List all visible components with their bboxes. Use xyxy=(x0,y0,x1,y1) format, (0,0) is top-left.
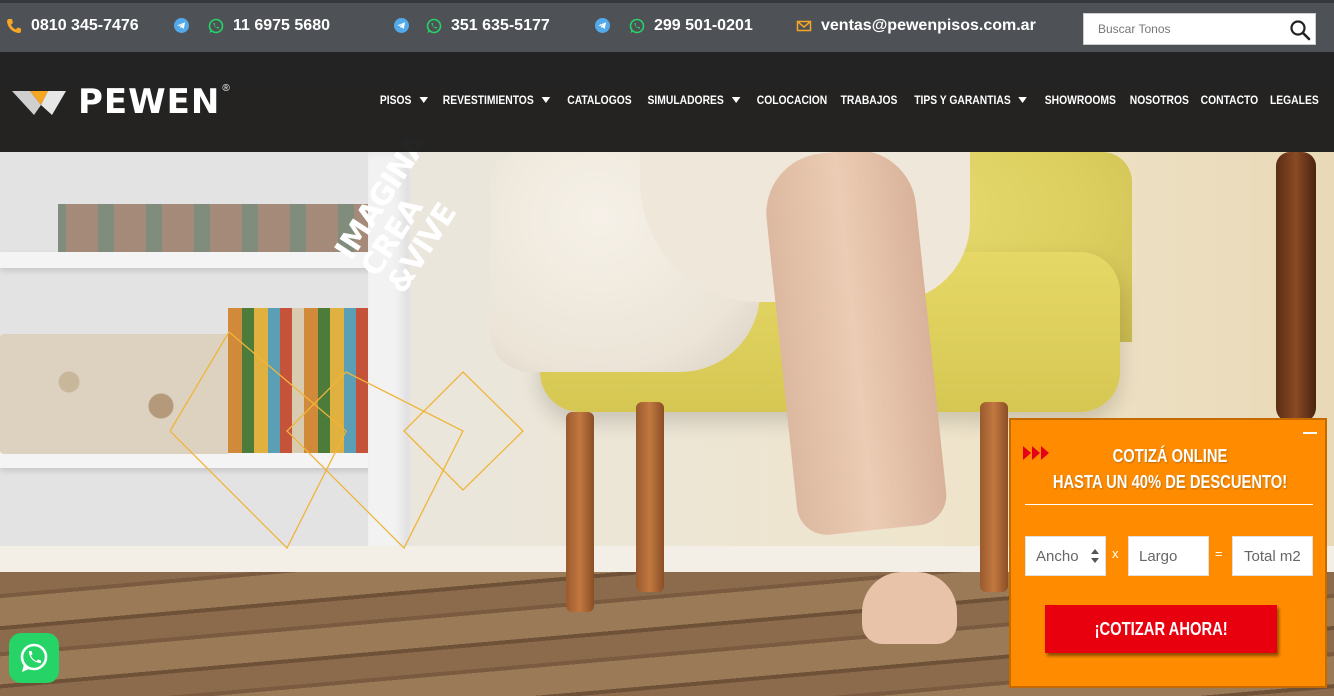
whatsapp-icon xyxy=(426,18,442,34)
telegram-icon[interactable] xyxy=(595,18,610,33)
nav-nosotros[interactable]: NOSOTROS xyxy=(1130,93,1189,107)
phone-contact[interactable]: 0810 345-7476 xyxy=(6,17,139,35)
whatsapp-contact-2[interactable]: 351 635-5177 xyxy=(426,17,550,35)
nav-contacto[interactable]: CONTACTO xyxy=(1201,93,1259,107)
whatsapp-number-3: 299 501-0201 xyxy=(654,17,753,34)
hero-boxes xyxy=(58,204,368,254)
whatsapp-icon xyxy=(629,18,645,34)
whatsapp-icon xyxy=(208,18,224,34)
caret-down-icon xyxy=(541,97,551,103)
whatsapp-contact-3[interactable]: 299 501-0201 xyxy=(629,17,753,35)
whatsapp-float-button[interactable] xyxy=(9,633,59,683)
nav-tips-y-garantias[interactable]: TIPS Y GARANTIAS xyxy=(914,93,1027,107)
telegram-icon[interactable] xyxy=(394,18,409,33)
quote-divider xyxy=(1025,504,1313,505)
contact-bar: 0810 345-7476 11 6975 5680 351 635-5177 … xyxy=(0,0,1334,52)
slogan-diamonds xyxy=(170,331,524,550)
search-icon[interactable] xyxy=(1289,19,1311,41)
brand-logo[interactable]: PEWEN ® xyxy=(12,82,230,122)
nav-colocacion[interactable]: COLOCACION xyxy=(757,93,828,107)
length-field xyxy=(1128,536,1209,576)
width-field xyxy=(1025,536,1106,576)
caret-down-icon xyxy=(418,97,428,103)
length-input[interactable] xyxy=(1139,537,1208,575)
spinner-icon[interactable] xyxy=(1091,549,1099,563)
hero-foot xyxy=(862,572,957,644)
hero-chair-leg xyxy=(636,402,664,592)
main-header: PEWEN ® PISOS REVESTIMIENTOS CATALOGOS S… xyxy=(0,52,1334,152)
quote-title: COTIZÁ ONLINE xyxy=(1112,446,1228,466)
hero-bedpost xyxy=(1276,152,1316,422)
equals-sign: = xyxy=(1215,546,1223,561)
quote-now-button[interactable]: ¡COTIZAR AHORA! xyxy=(1045,605,1277,653)
phone-number: 0810 345-7476 xyxy=(31,17,139,34)
total-input[interactable] xyxy=(1244,537,1312,575)
whatsapp-icon xyxy=(20,643,48,672)
telegram-icon[interactable] xyxy=(174,18,189,33)
whatsapp-contact-1[interactable]: 11 6975 5680 xyxy=(208,17,330,35)
minimize-icon[interactable] xyxy=(1303,432,1317,434)
phone-icon xyxy=(7,19,21,33)
hero-chair-leg xyxy=(566,412,594,612)
nav-revestimientos[interactable]: REVESTIMIENTOS xyxy=(443,93,551,107)
hero-shelf xyxy=(0,252,380,268)
total-field xyxy=(1232,536,1313,576)
quote-subtitle: HASTA UN 40% DE DESCUENTO! xyxy=(1052,472,1288,492)
caret-down-icon xyxy=(731,97,741,103)
nav-showrooms[interactable]: SHOWROOMS xyxy=(1045,93,1116,107)
nav-legales[interactable]: LEGALES xyxy=(1270,93,1319,107)
email-contact[interactable]: ventas@pewenpisos.com.ar xyxy=(796,17,1036,35)
search-box xyxy=(1083,13,1316,45)
caret-down-icon xyxy=(1018,97,1027,103)
email-address: ventas@pewenpisos.com.ar xyxy=(821,17,1036,34)
quote-widget: COTIZÁ ONLINE HASTA UN 40% DE DESCUENTO!… xyxy=(1009,418,1327,688)
times-sign: x xyxy=(1112,546,1119,561)
logo-mark-icon xyxy=(12,91,66,115)
main-nav: PISOS REVESTIMIENTOS CATALOGOS SIMULADOR… xyxy=(373,93,1323,107)
nav-simuladores[interactable]: SIMULADORES xyxy=(648,93,741,107)
registered-mark: ® xyxy=(222,82,230,94)
whatsapp-number-2: 351 635-5177 xyxy=(451,17,550,34)
hero-chair-leg xyxy=(980,402,1008,592)
nav-catalogos[interactable]: CATALOGOS xyxy=(568,93,632,107)
brand-name: PEWEN xyxy=(78,82,221,122)
search-input[interactable] xyxy=(1084,14,1284,44)
whatsapp-number-1: 11 6975 5680 xyxy=(233,17,330,34)
nav-pisos[interactable]: PISOS xyxy=(380,93,428,107)
envelope-icon xyxy=(796,20,812,32)
nav-trabajos[interactable]: TRABAJOS xyxy=(840,93,897,107)
